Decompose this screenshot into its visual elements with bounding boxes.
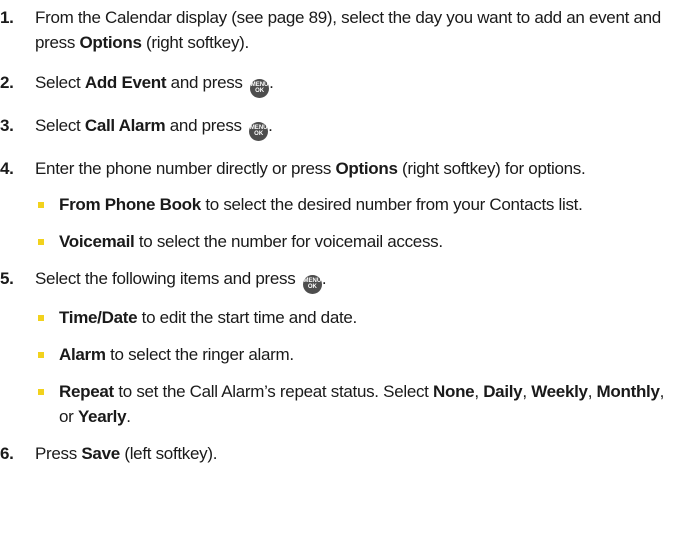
bold-term: Daily (483, 382, 523, 401)
bold-term: Options (335, 159, 398, 178)
step-number: 6. (0, 444, 14, 463)
step-3: 3. Select Call Alarm and press MENU OK. (0, 113, 689, 141)
text-run: Select the following items and press (35, 269, 300, 288)
bold-term: Add Event (84, 73, 167, 92)
menu-ok-key-icon: MENU OK (249, 122, 269, 141)
menu-ok-key-icon: MENU OK (302, 275, 322, 294)
bold-term: Call Alarm (84, 116, 166, 135)
sub-list-item: From Phone Book to select the desired nu… (35, 192, 671, 217)
step-4: 4. Enter the phone number directly or pre… (0, 156, 689, 254)
sub-list-item: Repeat to set the Call Alarm’s repeat st… (35, 379, 671, 429)
text-run: (right softkey). (141, 33, 249, 52)
text-run: , (474, 382, 484, 401)
text-run: . (321, 269, 327, 288)
text-run: to select the number for voicemail acces… (134, 232, 443, 251)
text-run: . (268, 116, 273, 135)
step-1: 1. From the Calendar display (see page 89… (0, 5, 689, 55)
sub-list-item: Voicemail to select the number for voice… (35, 229, 671, 254)
step-text: Enter the phone number directly or press… (35, 156, 671, 181)
step-text: Select Call Alarm and press MENU OK. (35, 113, 671, 141)
square-bullet-icon (38, 315, 44, 321)
bold-term: Time/Date (59, 308, 138, 327)
text-run: to select the desired number from your C… (200, 195, 583, 214)
text-run: and press (165, 116, 247, 135)
sub-list-item: Alarm to select the ringer alarm. (35, 342, 671, 367)
instruction-page: 1. From the Calendar display (see page 89… (0, 0, 689, 550)
menu-key-label-ok: OK (255, 88, 265, 94)
bold-term: Weekly (531, 382, 588, 401)
square-bullet-icon (38, 202, 44, 208)
bold-term: Repeat (59, 382, 114, 401)
sub-list-item: Time/Date to edit the start time and dat… (35, 305, 671, 330)
step-number: 5. (0, 269, 14, 288)
text-run: Select (35, 73, 85, 92)
text-run: and press (166, 73, 248, 92)
step-text: From the Calendar display (see page 89),… (35, 5, 671, 55)
text-run: , (522, 382, 532, 401)
step-text: Select the following items and press MEN… (35, 266, 671, 294)
step-number: 3. (0, 116, 14, 135)
menu-key-label-ok: OK (254, 131, 264, 137)
step-text: Select Add Event and press MENU OK. (35, 70, 671, 98)
square-bullet-icon (38, 352, 44, 358)
step-5: 5. Select the following items and press M… (0, 266, 689, 429)
bold-term: None (433, 382, 475, 401)
sub-list: Time/Date to edit the start time and dat… (35, 305, 671, 429)
step-2: 2. Select Add Event and press MENU OK. (0, 70, 689, 98)
text-run: (left softkey). (119, 444, 218, 463)
step-text: Press Save (left softkey). (35, 441, 671, 466)
text-run: (right softkey) for options. (397, 159, 586, 178)
step-number: 1. (0, 8, 14, 27)
text-run: . (126, 407, 131, 426)
bold-term: Save (81, 444, 120, 463)
text-run: to select the ringer alarm. (105, 345, 294, 364)
sub-list: From Phone Book to select the desired nu… (35, 192, 671, 254)
text-run: Press (35, 444, 82, 463)
step-number: 2. (0, 73, 14, 92)
text-run: to set the Call Alarm’s repeat status. S… (113, 382, 434, 401)
text-run: . (269, 73, 274, 92)
bold-term: Voicemail (59, 232, 135, 251)
square-bullet-icon (38, 239, 44, 245)
step-number: 4. (0, 159, 14, 178)
text-run: to edit the start time and date. (137, 308, 358, 327)
menu-ok-key-icon: MENU OK (250, 79, 270, 98)
bold-term: Yearly (77, 407, 127, 426)
text-run: Enter the phone number directly or press (35, 159, 336, 178)
bold-term: Options (79, 33, 142, 52)
bold-term: Alarm (59, 345, 106, 364)
bold-term: From Phone Book (59, 195, 201, 214)
square-bullet-icon (38, 389, 44, 395)
bold-term: Monthly (596, 382, 660, 401)
text-run: Select (35, 116, 85, 135)
text-run: , (587, 382, 597, 401)
menu-key-label-ok: OK (307, 284, 317, 290)
step-6: 6. Press Save (left softkey). (0, 441, 689, 466)
